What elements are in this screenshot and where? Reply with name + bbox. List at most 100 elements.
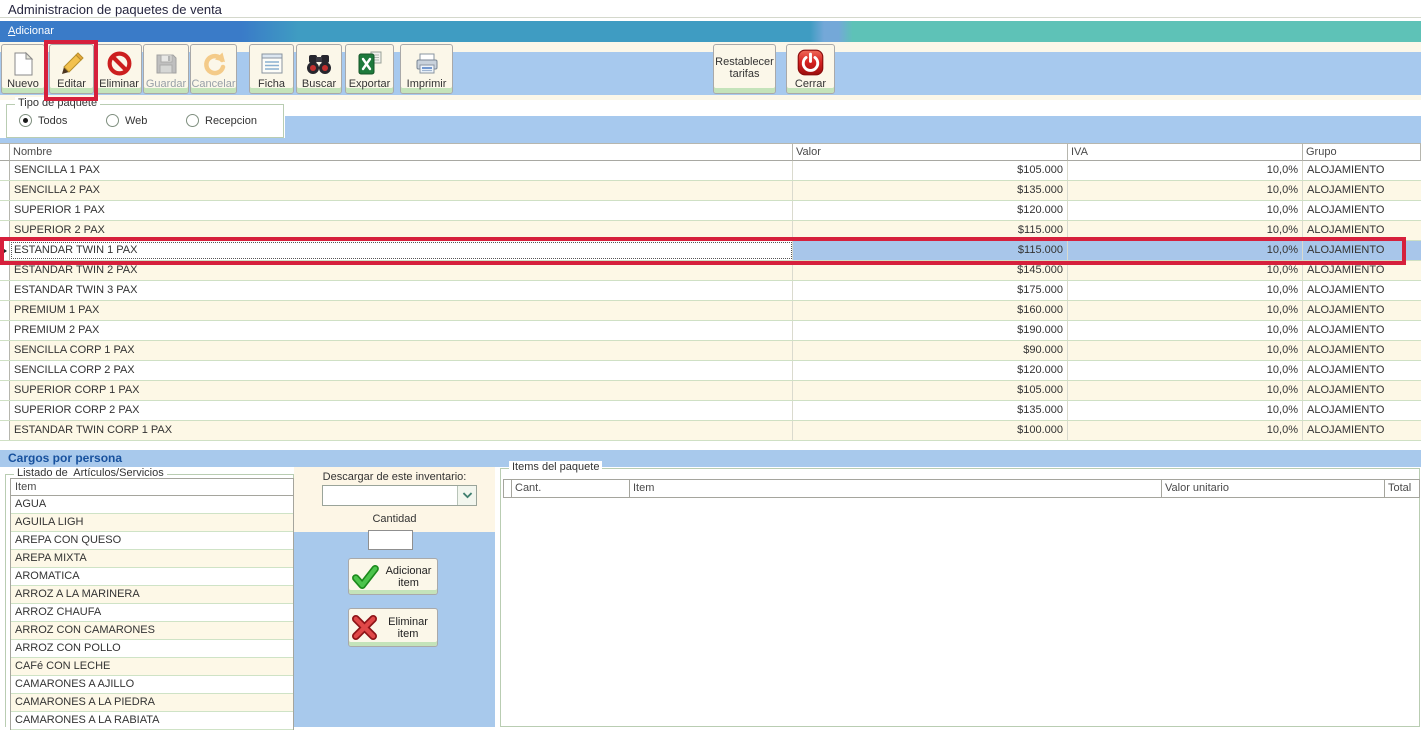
- table-row[interactable]: SUPERIOR CORP 2 PAX $135.000 10,0% ALOJA…: [0, 401, 1421, 421]
- cell-valor: $135.000: [793, 401, 1068, 420]
- table-row[interactable]: PREMIUM 2 PAX $190.000 10,0% ALOJAMIENTO: [0, 321, 1421, 341]
- cell-nombre: SUPERIOR 1 PAX: [10, 201, 793, 220]
- list-item[interactable]: AREPA CON QUESO: [11, 532, 293, 550]
- column-header-iva[interactable]: IVA: [1068, 143, 1303, 161]
- column-header-nombre[interactable]: Nombre: [10, 143, 793, 161]
- cell-grupo: ALOJAMIENTO: [1303, 261, 1421, 280]
- buscar-button[interactable]: Buscar: [296, 44, 342, 94]
- eliminar-button[interactable]: Eliminar: [96, 44, 142, 94]
- table-row[interactable]: ESTANDAR TWIN 2 PAX $145.000 10,0% ALOJA…: [0, 261, 1421, 281]
- table-row[interactable]: PREMIUM 1 PAX $160.000 10,0% ALOJAMIENTO: [0, 301, 1421, 321]
- column-header-item[interactable]: Item: [630, 479, 1162, 498]
- column-header-grupo[interactable]: Grupo: [1303, 143, 1421, 161]
- cell-nombre: SUPERIOR CORP 2 PAX: [10, 401, 793, 420]
- table-row[interactable]: ESTANDAR TWIN 1 PAX $115.000 10,0% ALOJA…: [0, 241, 1421, 261]
- button-label: Adicionar item: [382, 565, 436, 589]
- table-row[interactable]: SUPERIOR CORP 1 PAX $105.000 10,0% ALOJA…: [0, 381, 1421, 401]
- power-icon: [796, 48, 825, 77]
- radio-web[interactable]: Web: [106, 114, 147, 127]
- ficha-button[interactable]: Ficha: [249, 44, 294, 94]
- button-label: Guardar: [146, 78, 186, 90]
- cell-iva: 10,0%: [1068, 421, 1303, 440]
- list-item[interactable]: AGUA: [11, 496, 293, 514]
- adicionar-item-button[interactable]: Adicionar item: [348, 558, 438, 595]
- table-row[interactable]: ESTANDAR TWIN CORP 1 PAX $100.000 10,0% …: [0, 421, 1421, 441]
- list-item[interactable]: AROMATICA: [11, 568, 293, 586]
- list-item[interactable]: AGUILA LIGH: [11, 514, 293, 532]
- cantidad-input[interactable]: [368, 530, 413, 550]
- guardar-button[interactable]: Guardar: [143, 44, 189, 94]
- selector-column-header: [504, 479, 512, 498]
- eliminar-item-button[interactable]: Eliminar item: [348, 608, 438, 647]
- articulos-list-rows: AGUAAGUILA LIGHAREPA CON QUESOAREPA MIXT…: [11, 496, 293, 730]
- cell-iva: 10,0%: [1068, 221, 1303, 240]
- list-item[interactable]: CAMARONES A AJILLO: [11, 676, 293, 694]
- editar-button[interactable]: Editar: [49, 44, 94, 94]
- table-row[interactable]: SUPERIOR 1 PAX $120.000 10,0% ALOJAMIENT…: [0, 201, 1421, 221]
- articulos-list: Item AGUAAGUILA LIGHAREPA CON QUESOAREPA…: [10, 478, 294, 730]
- row-selector-cell: [0, 421, 10, 440]
- menu-item-adicionar[interactable]: Adicionar: [8, 21, 54, 42]
- cell-nombre: SUPERIOR CORP 1 PAX: [10, 381, 793, 400]
- list-item[interactable]: CAMARONES A LA RABIATA: [11, 712, 293, 730]
- imprimir-button[interactable]: Imprimir: [400, 44, 453, 94]
- cell-iva: 10,0%: [1068, 361, 1303, 380]
- table-row[interactable]: ESTANDAR TWIN 3 PAX $175.000 10,0% ALOJA…: [0, 281, 1421, 301]
- column-header-total[interactable]: Total: [1385, 479, 1420, 498]
- table-row[interactable]: SENCILLA 1 PAX $105.000 10,0% ALOJAMIENT…: [0, 161, 1421, 181]
- cerrar-button[interactable]: Cerrar: [786, 44, 835, 94]
- radio-circle-icon: [19, 114, 32, 127]
- cell-iva: 10,0%: [1068, 261, 1303, 280]
- cell-grupo: ALOJAMIENTO: [1303, 161, 1421, 180]
- inventario-combobox[interactable]: [322, 485, 477, 506]
- cell-grupo: ALOJAMIENTO: [1303, 381, 1421, 400]
- radio-todos[interactable]: Todos: [19, 114, 67, 127]
- row-selector-cell: [0, 401, 10, 420]
- pencil-icon: [59, 51, 85, 77]
- undo-arrow-icon: [201, 51, 227, 77]
- list-item[interactable]: ARROZ A LA MARINERA: [11, 586, 293, 604]
- nuevo-button[interactable]: Nuevo: [1, 44, 45, 94]
- row-selector-cell: [0, 261, 10, 280]
- column-header-cant[interactable]: Cant.: [512, 479, 630, 498]
- cancelar-button[interactable]: Cancelar: [190, 44, 237, 94]
- list-item[interactable]: ARROZ CON POLLO: [11, 640, 293, 658]
- exportar-button[interactable]: Exportar: [345, 44, 394, 94]
- row-selector-cell: [0, 361, 10, 380]
- cell-iva: 10,0%: [1068, 201, 1303, 220]
- column-header-valor[interactable]: Valor: [793, 143, 1068, 161]
- table-row[interactable]: SENCILLA 2 PAX $135.000 10,0% ALOJAMIENT…: [0, 181, 1421, 201]
- column-header-valor-unitario[interactable]: Valor unitario: [1162, 479, 1385, 498]
- cell-grupo: ALOJAMIENTO: [1303, 341, 1421, 360]
- list-item[interactable]: CAMARONES A LA PIEDRA: [11, 694, 293, 712]
- packages-table-header: Nombre Valor IVA Grupo: [0, 143, 1421, 161]
- cell-nombre: ESTANDAR TWIN 2 PAX: [10, 261, 793, 280]
- cell-valor: $115.000: [793, 221, 1068, 240]
- table-row[interactable]: SENCILLA CORP 1 PAX $90.000 10,0% ALOJAM…: [0, 341, 1421, 361]
- row-selector-cell: [0, 161, 10, 180]
- table-row[interactable]: SENCILLA CORP 2 PAX $120.000 10,0% ALOJA…: [0, 361, 1421, 381]
- strip-background: [285, 116, 1421, 143]
- radio-label: Web: [125, 115, 147, 127]
- cell-valor: $115.000: [793, 241, 1068, 260]
- cell-valor: $120.000: [793, 201, 1068, 220]
- list-item[interactable]: CAFé CON LECHE: [11, 658, 293, 676]
- list-item[interactable]: ARROZ CON CAMARONES: [11, 622, 293, 640]
- dropdown-button[interactable]: [457, 486, 476, 505]
- cell-nombre: PREMIUM 1 PAX: [10, 301, 793, 320]
- list-column-header[interactable]: Item: [10, 478, 294, 496]
- restablecer-tarifas-button[interactable]: Restablecer tarifas: [713, 44, 776, 94]
- cell-grupo: ALOJAMIENTO: [1303, 201, 1421, 220]
- radio-recepcion[interactable]: Recepcion: [186, 114, 257, 127]
- cell-valor: $175.000: [793, 281, 1068, 300]
- row-selector-cell: [0, 321, 10, 340]
- cell-grupo: ALOJAMIENTO: [1303, 321, 1421, 340]
- list-item[interactable]: ARROZ CHAUFA: [11, 604, 293, 622]
- cell-nombre: SENCILLA 1 PAX: [10, 161, 793, 180]
- list-item[interactable]: AREPA MIXTA: [11, 550, 293, 568]
- tipo-paquete-groupbox: Tipo de paquete Todos Web Recepcion: [6, 104, 284, 138]
- cell-valor: $160.000: [793, 301, 1068, 320]
- button-label: Buscar: [302, 78, 336, 90]
- cell-grupo: ALOJAMIENTO: [1303, 241, 1421, 260]
- table-row[interactable]: SUPERIOR 2 PAX $115.000 10,0% ALOJAMIENT…: [0, 221, 1421, 241]
